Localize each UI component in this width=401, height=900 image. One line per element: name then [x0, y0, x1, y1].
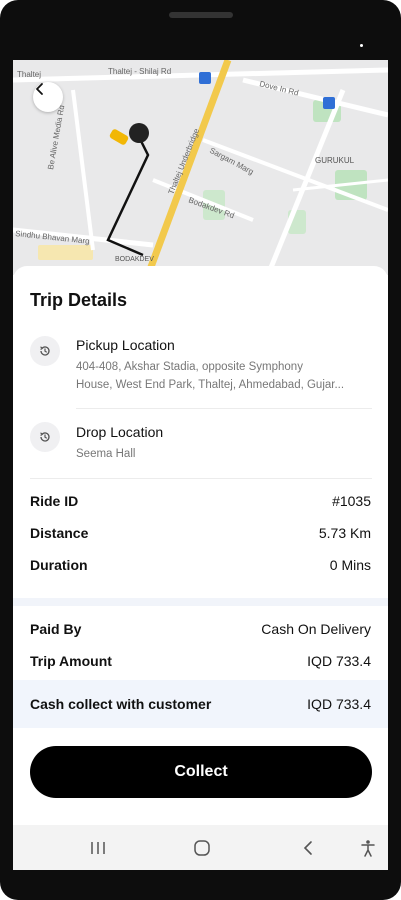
cash-collect-row: Cash collect with customer IQD 733.4: [13, 680, 388, 728]
chevron-left-icon: [36, 83, 43, 95]
paid-by-value: Cash On Delivery: [261, 621, 371, 637]
pickup-location-title: Pickup Location: [76, 337, 175, 353]
history-icon: [40, 432, 50, 442]
cash-collect-value: IQD 733.4: [307, 696, 371, 712]
home-button[interactable]: [191, 837, 213, 859]
pickup-address-line2: House, West End Park, Thaltej, Ahmedabad…: [76, 379, 345, 391]
back-button[interactable]: [33, 82, 63, 112]
status-indicator: [360, 44, 363, 47]
home-icon: [194, 840, 210, 856]
phone-device: Thaltej Thaltej - Shilaj Rd Dove In Rd B…: [0, 0, 401, 900]
divider: [76, 408, 372, 409]
svg-text:Thaltej - Shilaj Rd: Thaltej - Shilaj Rd: [108, 67, 171, 76]
drop-location-title: Drop Location: [76, 424, 164, 440]
nav-back-button[interactable]: [297, 837, 319, 859]
history-icon: [40, 346, 50, 356]
sheet-title: Trip Details: [30, 290, 128, 310]
accessibility-button[interactable]: [357, 837, 379, 859]
svg-text:Thaltej: Thaltej: [17, 70, 41, 79]
route-map[interactable]: Thaltej Thaltej - Shilaj Rd Dove In Rd B…: [13, 60, 388, 275]
recent-apps-icon: [91, 842, 105, 854]
duration-label: Duration: [30, 557, 88, 573]
pickup-address-line1: 404-408, Akshar Stadia, opposite Symphon…: [76, 361, 303, 373]
section-separator: [13, 598, 388, 606]
drop-icon-wrap: [30, 422, 60, 452]
trip-details-sheet: Trip Details Pickup Location 404-408, Ak…: [13, 266, 388, 870]
map-graphic: Thaltej Thaltej - Shilaj Rd Dove In Rd B…: [13, 60, 388, 275]
svg-text:GURUKUL: GURUKUL: [315, 156, 355, 165]
trip-amount-label: Trip Amount: [30, 653, 112, 669]
recent-apps-button[interactable]: [87, 837, 109, 859]
duration-value: 0 Mins: [329, 557, 371, 573]
svg-text:BODAKDEV: BODAKDEV: [115, 256, 154, 263]
accessibility-icon: [361, 840, 375, 857]
speaker-grille: [169, 12, 233, 18]
system-nav-bar: [13, 825, 388, 870]
pickup-address: 404-408, Akshar Stadia, opposite Symphon…: [76, 358, 376, 394]
paid-by-label: Paid By: [30, 621, 82, 637]
app-screen: Thaltej Thaltej - Shilaj Rd Dove In Rd B…: [13, 60, 388, 870]
collect-button[interactable]: Collect: [30, 746, 372, 798]
divider: [30, 478, 372, 479]
distance-label: Distance: [30, 525, 89, 541]
distance-value: 5.73 Km: [318, 525, 371, 541]
drop-address: Seema Hall: [76, 448, 136, 460]
cash-collect-label: Cash collect with customer: [30, 696, 212, 712]
ride-id-label: Ride ID: [30, 493, 79, 509]
ride-id-value: #1035: [332, 493, 371, 509]
pickup-icon-wrap: [30, 336, 60, 366]
back-icon: [303, 841, 312, 855]
trip-amount-value: IQD 733.4: [307, 653, 371, 669]
